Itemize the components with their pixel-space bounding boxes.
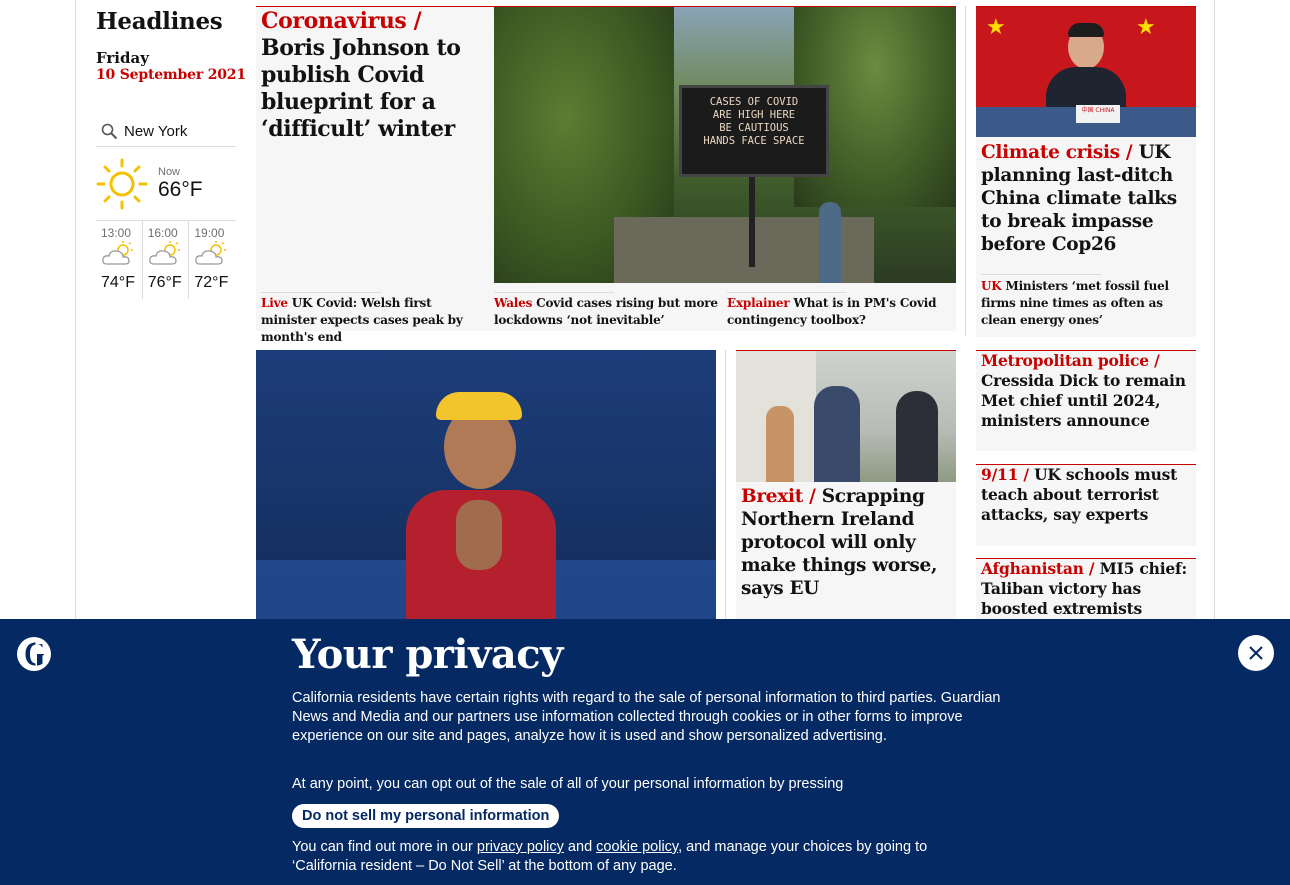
person-figure [819,202,841,283]
met-headline[interactable]: Metropolitan police / Cressida Dick to r… [981,351,1193,431]
schools-story-card[interactable]: 9/11 / UK schools must teach about terro… [976,464,1196,546]
privacy-banner: Your privacy California residents have c… [0,619,1290,885]
lead-story-card[interactable]: Coronavirus / Boris Johnson to publish C… [256,6,956,344]
lead-headline-text: Boris Johnson to publish Covid blueprint… [261,35,461,142]
sublink-kicker: Explainer [727,296,790,310]
person-figure [814,386,860,482]
sport-story-card[interactable] [256,350,716,620]
date: 10 September 2021 [96,67,246,83]
player-hands [456,500,502,570]
met-story-card[interactable]: Metropolitan police / Cressida Dick to r… [976,350,1196,451]
afghanistan-kicker: Afghanistan / [981,559,1095,578]
p3-text: You can find out more in our [292,839,477,855]
sublink-text: Ministers ‘met fossil fuel firms nine ti… [981,279,1169,327]
forecast-item: 13:00 74°F [96,221,143,299]
sublink-rule [727,292,847,293]
partly-cloudy-icon [148,241,180,265]
close-button[interactable] [1238,635,1274,671]
forecast-temperature: 74°F [101,274,135,291]
schools-kicker: 9/11 / [981,465,1029,484]
person-figure [766,406,794,482]
do-not-sell-button[interactable]: Do not sell my personal information [292,804,560,828]
sublink-kicker: UK [981,279,1002,293]
afghanistan-headline[interactable]: Afghanistan / MI5 chief: Taliban victory… [981,559,1193,619]
forecast-time: 19:00 [194,226,225,240]
forecast-time: 16:00 [147,226,178,240]
guardian-logo-icon [17,637,51,671]
sublink-text: UK Covid: Welsh first minister expects c… [261,296,463,344]
weather-widget: New York Now 66°F 13:00 74°F 16:00 76°F … [96,117,236,299]
forecast-temperature: 76°F [147,274,182,291]
sun-icon [96,158,148,209]
person-figure [896,391,938,482]
met-headline-text: Cressida Dick to remain Met chief until … [981,371,1186,430]
lead-image[interactable]: CASES OF COVID ARE HIGH HERE BE CAUTIOUS… [494,7,956,283]
sign-line: HANDS FACE SPACE [703,135,805,147]
privacy-paragraph: You can find out more in our privacy pol… [292,838,992,876]
cookie-policy-link[interactable]: cookie policy [596,839,678,855]
sign-line: BE CAUTIOUS [719,122,789,134]
afghanistan-story-card[interactable]: Afghanistan / MI5 chief: Taliban victory… [976,558,1196,620]
partly-cloudy-icon [195,241,227,265]
lead-sublink[interactable]: Live UK Covid: Welsh first minister expe… [261,295,489,346]
lead-kicker: Coronavirus / [261,8,422,34]
climate-headline[interactable]: Climate crisis / UK planning last-ditch … [981,141,1193,256]
forecast-row: 13:00 74°F 16:00 76°F 19:00 72°F [96,221,236,299]
privacy-paragraph: At any point, you can opt out of the sal… [292,776,844,792]
brexit-headline[interactable]: Brexit / Scrapping Northern Ireland prot… [741,485,953,600]
brexit-image[interactable] [736,351,956,482]
headlines-column: Headlines Friday 10 September 2021 [96,0,256,84]
section-title: Headlines [96,8,223,35]
sublink-rule [261,292,381,293]
location-name: New York [124,123,188,140]
sublink-rule [494,292,614,293]
covid-warning-sign: CASES OF COVID ARE HIGH HERE BE CAUTIOUS… [679,85,829,177]
location-search[interactable]: New York [96,117,236,147]
forecast-item: 19:00 72°F [189,221,236,299]
p3-text: and [563,839,597,855]
current-weather: Now 66°F [96,147,236,221]
day-name: Friday [96,49,149,67]
brexit-kicker: Brexit / [741,486,816,507]
lead-sublink[interactable]: Wales Covid cases rising but more lockdo… [494,295,722,329]
climate-sublink[interactable]: UK Ministers ‘met fossil fuel firms nine… [981,278,1193,329]
climate-image[interactable]: ★ ★ 中国 CHINA [976,7,1196,137]
now-temperature: 66°F [158,177,203,201]
flag-stars: ★ [986,15,1006,40]
forecast-time: 13:00 [101,226,132,240]
forecast-item: 16:00 76°F [143,221,190,299]
now-label: Now [158,165,181,178]
column-divider [965,6,966,336]
sublink-rule [981,274,1101,275]
met-kicker: Metropolitan police / [981,351,1160,370]
flag-stars: ★ [1136,15,1156,40]
lead-sublink[interactable]: Explainer What is in PM's Covid continge… [727,295,955,329]
forecast-temperature: 72°F [194,274,229,291]
speaker-hair [1068,23,1104,37]
partly-cloudy-icon [102,241,133,265]
close-icon [1249,646,1263,660]
sport-image[interactable] [256,350,716,620]
brexit-story-card[interactable]: Brexit / Scrapping Northern Ireland prot… [736,350,956,620]
climate-kicker: Climate crisis / [981,142,1133,163]
search-icon [101,123,118,140]
privacy-title: Your privacy [292,631,563,678]
name-plate: 中国 CHINA [1076,105,1120,123]
privacy-paragraph: California residents have certain rights… [292,690,1001,744]
schools-headline[interactable]: 9/11 / UK schools must teach about terro… [981,465,1181,525]
sign-line: CASES OF COVID [709,96,799,108]
sign-post [749,167,755,267]
privacy-policy-link[interactable]: privacy policy [477,839,564,855]
player-visor [436,392,522,420]
sublink-kicker: Wales [494,296,533,310]
sign-line: ARE HIGH HERE [712,109,796,121]
climate-story-card[interactable]: ★ ★ 中国 CHINA Climate crisis / UK plannin… [976,6,1196,337]
speaker-suit [1046,67,1126,107]
sublink-kicker: Live [261,296,288,310]
lead-headline[interactable]: Coronavirus / Boris Johnson to publish C… [261,8,489,143]
column-divider [725,350,726,620]
